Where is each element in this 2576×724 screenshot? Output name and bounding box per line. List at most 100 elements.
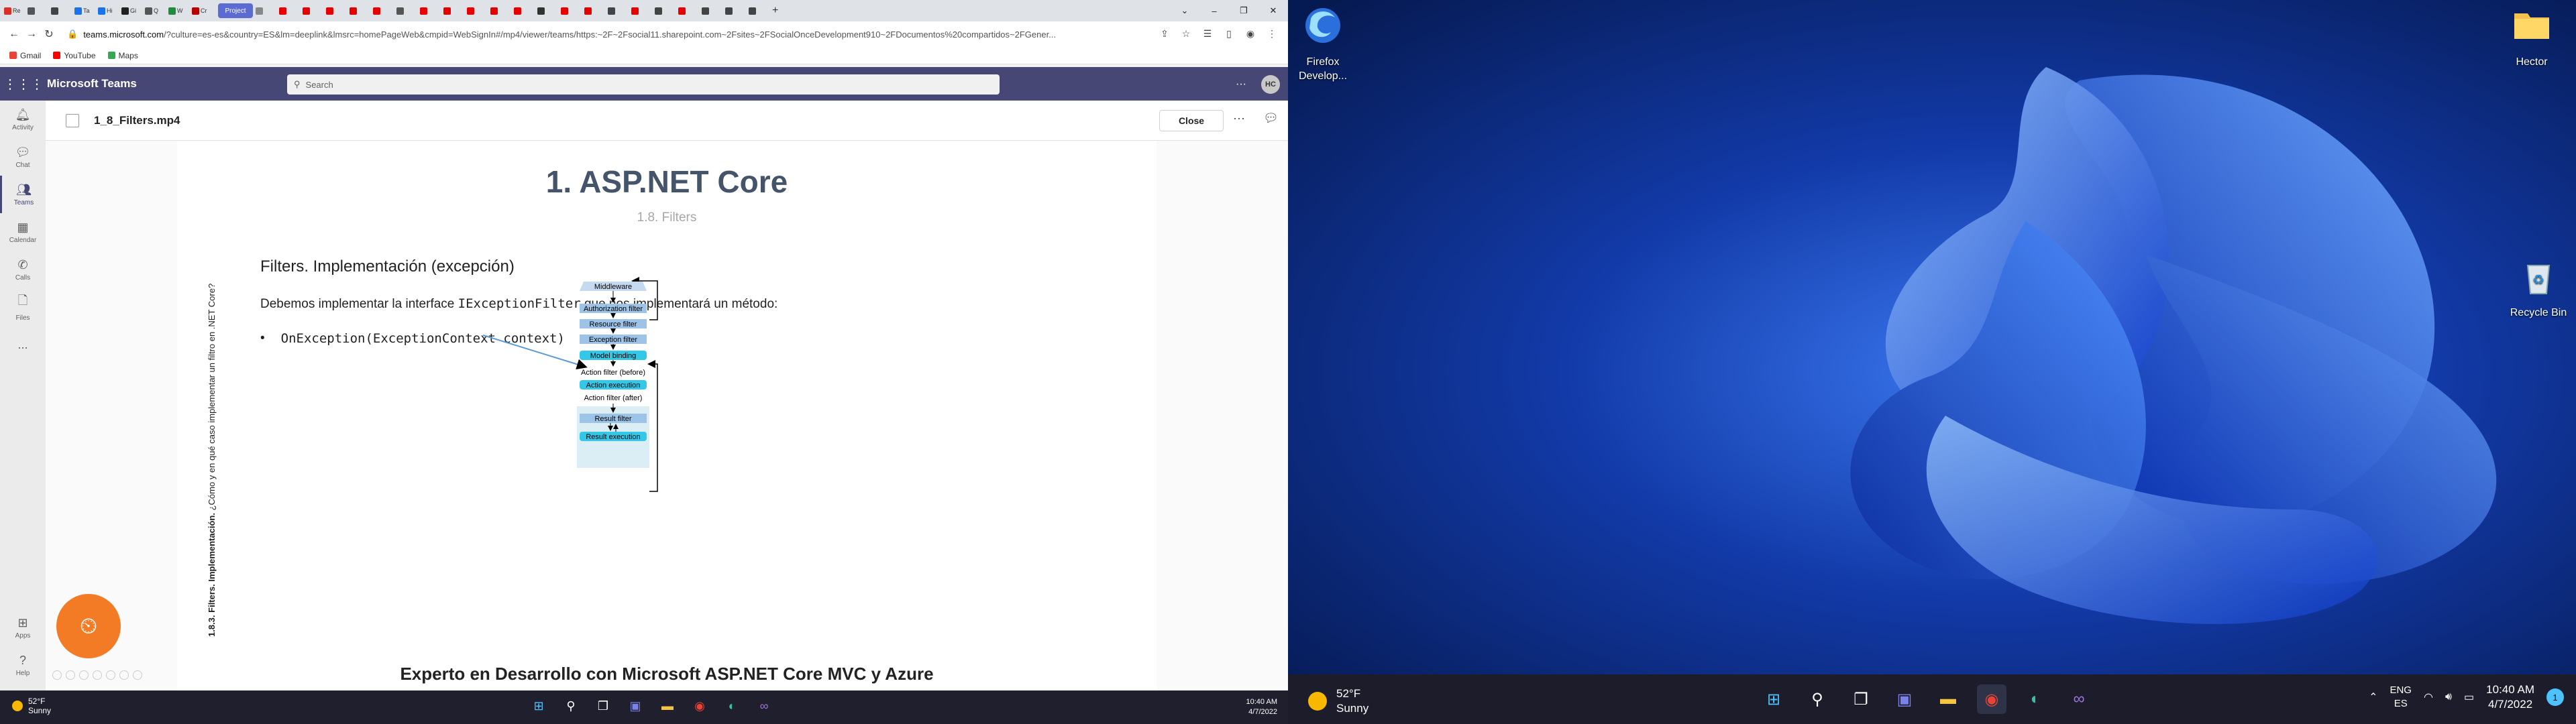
- bookmark-youtube[interactable]: YouTube: [53, 51, 96, 60]
- control-dot[interactable]: [52, 670, 62, 680]
- settings-more-icon[interactable]: ···: [1236, 78, 1246, 90]
- browser-tab[interactable]: [561, 3, 584, 18]
- search-icon[interactable]: ⚲: [562, 697, 580, 715]
- visual-studio-icon[interactable]: ∞: [755, 697, 773, 715]
- file-explorer-icon[interactable]: ▬: [1933, 684, 1963, 714]
- chrome-icon[interactable]: ◉: [1977, 684, 2006, 714]
- battery-icon[interactable]: ▭: [2464, 690, 2474, 704]
- weather-widget[interactable]: 52°F Sunny: [1308, 686, 1368, 716]
- control-dot[interactable]: [133, 670, 142, 680]
- browser-tab[interactable]: Ta: [74, 3, 97, 18]
- presentation-button[interactable]: ⏲: [56, 594, 121, 658]
- volume-icon[interactable]: 🔊︎: [2445, 691, 2452, 703]
- browser-tab[interactable]: [303, 3, 325, 18]
- windows-start-icon[interactable]: ⊞: [530, 697, 547, 715]
- browser-tab[interactable]: [326, 3, 349, 18]
- browser-tab[interactable]: Cr: [192, 3, 215, 18]
- browser-tab[interactable]: Re: [4, 3, 27, 18]
- desktop-icon-firefox[interactable]: Firefox Develop...: [1289, 4, 1356, 83]
- file-explorer-icon[interactable]: ▬: [659, 697, 676, 715]
- browser-tab[interactable]: [373, 3, 396, 18]
- rail-item-more[interactable]: ...: [0, 326, 46, 363]
- desktop-icon-recycle-bin[interactable]: ♻ Recycle Bin: [2505, 255, 2572, 320]
- maximize-icon[interactable]: ❐: [1229, 0, 1258, 21]
- control-dot[interactable]: [119, 670, 129, 680]
- teams-search-input[interactable]: ⚲ Search: [287, 74, 1000, 95]
- browser-tab[interactable]: [749, 3, 771, 18]
- teams-chat-icon[interactable]: ▣: [627, 697, 644, 715]
- browser-tab[interactable]: [51, 3, 74, 18]
- reload-icon[interactable]: ↻: [40, 25, 58, 43]
- conversation-icon[interactable]: 💬︎: [1263, 111, 1279, 125]
- browser-tab[interactable]: [702, 3, 724, 18]
- browser-tab[interactable]: [514, 3, 537, 18]
- address-bar[interactable]: 🔒 teams.microsoft.com/?culture=es-es&cou…: [67, 24, 1161, 44]
- browser-tab[interactable]: [28, 3, 50, 18]
- browser-tab[interactable]: [350, 3, 372, 18]
- notification-badge[interactable]: 1: [2546, 688, 2564, 706]
- desktop-icon-hector[interactable]: Hector: [2498, 4, 2565, 69]
- control-dot[interactable]: [93, 670, 102, 680]
- more-options-icon[interactable]: ···: [1233, 111, 1245, 125]
- browser-tab[interactable]: Hi: [98, 3, 121, 18]
- minimize-icon[interactable]: –: [1199, 0, 1229, 21]
- weather-widget-small[interactable]: 52°F Sunny: [12, 697, 51, 715]
- avatar[interactable]: HC: [1261, 75, 1280, 94]
- browser-tab[interactable]: [584, 3, 607, 18]
- chrome-icon[interactable]: ◉: [691, 697, 708, 715]
- control-dot[interactable]: [66, 670, 75, 680]
- share-icon[interactable]: ⇪: [1157, 25, 1173, 42]
- browser-tab-active[interactable]: Project: [218, 3, 253, 18]
- app-launcher-icon[interactable]: ⋮⋮⋮: [0, 76, 47, 93]
- video-stage[interactable]: 1. ASP.NET Core 1.8. Filters 1.8.3. Filt…: [46, 141, 1288, 690]
- browser-tab[interactable]: [655, 3, 678, 18]
- clock-small[interactable]: 10:40 AM 4/7/2022: [1246, 697, 1277, 717]
- browser-tab[interactable]: [490, 3, 513, 18]
- clock[interactable]: 10:40 AM 4/7/2022: [2486, 682, 2534, 712]
- close-window-icon[interactable]: ✕: [1258, 0, 1288, 21]
- edge-icon[interactable]: ◐: [723, 697, 741, 715]
- edge-icon[interactable]: ◐: [2021, 684, 2050, 714]
- browser-tab[interactable]: W: [168, 3, 191, 18]
- rail-item-apps[interactable]: ⊞ Apps: [0, 609, 46, 646]
- browser-tab[interactable]: Gi: [121, 3, 144, 18]
- wifi-icon[interactable]: ◠: [2424, 690, 2433, 704]
- browser-tab[interactable]: [678, 3, 701, 18]
- rail-item-files[interactable]: 🗋 Files: [0, 288, 46, 326]
- teams-chat-icon[interactable]: ▣: [1890, 684, 1919, 714]
- browser-tab[interactable]: [631, 3, 654, 18]
- menu-icon[interactable]: ⋮: [1264, 25, 1280, 42]
- language-indicator[interactable]: ENG ES: [2390, 684, 2412, 711]
- reading-list-icon[interactable]: ☰: [1199, 25, 1216, 42]
- windows-start-icon[interactable]: ⊞: [1759, 684, 1788, 714]
- browser-tab[interactable]: [279, 3, 302, 18]
- control-dot[interactable]: [79, 670, 89, 680]
- bookmark-star-icon[interactable]: ☆: [1178, 25, 1194, 42]
- bookmark-maps[interactable]: Maps: [107, 51, 138, 60]
- browser-tab[interactable]: Q: [145, 3, 168, 18]
- browser-tab[interactable]: [420, 3, 443, 18]
- browser-tab[interactable]: [608, 3, 631, 18]
- browser-tab[interactable]: [725, 3, 748, 18]
- forward-icon[interactable]: →: [23, 25, 40, 43]
- browser-tab[interactable]: [443, 3, 466, 18]
- browser-tab[interactable]: [256, 3, 278, 18]
- browser-tab[interactable]: [467, 3, 490, 18]
- sidebar-icon[interactable]: ▯: [1221, 25, 1237, 42]
- control-dot[interactable]: [106, 670, 115, 680]
- search-icon[interactable]: ⚲: [1803, 684, 1832, 714]
- profile-icon[interactable]: ◉: [1242, 25, 1258, 42]
- rail-item-help[interactable]: ? Help: [0, 646, 46, 684]
- visual-studio-icon[interactable]: ∞: [2064, 684, 2094, 714]
- task-view-icon[interactable]: ❐: [594, 697, 612, 715]
- new-tab-button[interactable]: +: [772, 3, 795, 18]
- bookmark-gmail[interactable]: Gmail: [9, 51, 41, 60]
- task-view-icon[interactable]: ❐: [1846, 684, 1876, 714]
- rail-item-teams[interactable]: 👥︎ Teams: [0, 176, 46, 213]
- rail-item-calendar[interactable]: ▦ Calendar: [0, 213, 46, 251]
- rail-item-activity[interactable]: 🔔︎ Activity: [0, 101, 46, 138]
- browser-tab[interactable]: [396, 3, 419, 18]
- back-icon[interactable]: ←: [5, 25, 23, 43]
- tab-search-icon[interactable]: ⌄: [1170, 0, 1199, 21]
- rail-item-calls[interactable]: ✆ Calls: [0, 251, 46, 288]
